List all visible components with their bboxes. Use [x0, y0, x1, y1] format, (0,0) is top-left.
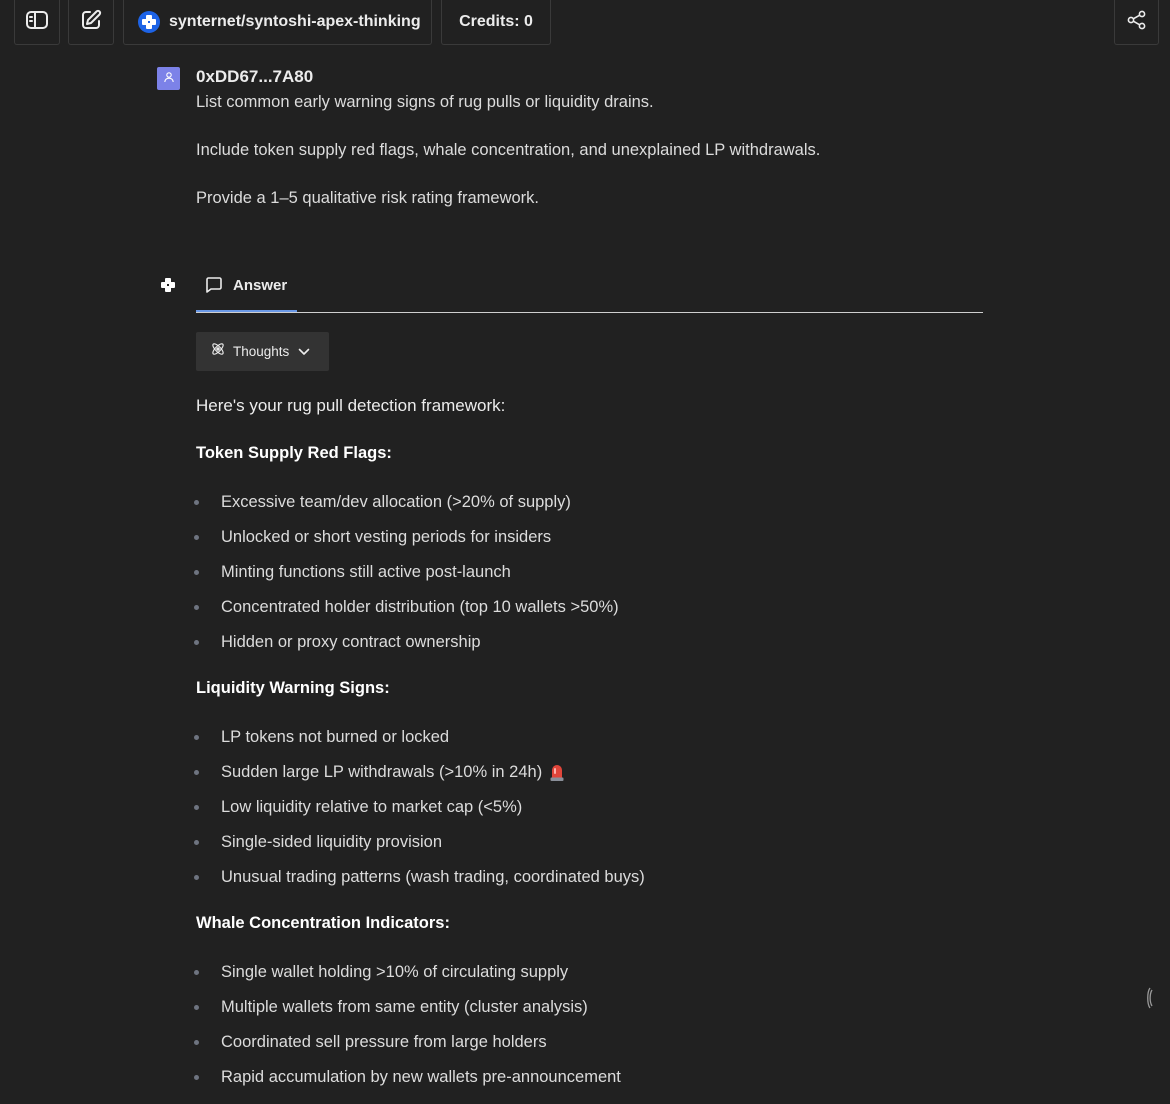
new-chat-button[interactable]	[68, 0, 114, 45]
thoughts-toggle-button[interactable]: Thoughts	[196, 332, 329, 371]
list-item-text: Hidden or proxy contract ownership	[221, 632, 481, 651]
list-item: Minting functions still active post-laun…	[194, 561, 511, 583]
list-item: Single wallet holding >10% of circulatin…	[194, 961, 568, 983]
bullet-dot	[194, 1074, 199, 1080]
section-heading: Liquidity Warning Signs:	[196, 679, 390, 697]
answer-intro: Here's your rug pull detection framework…	[196, 396, 506, 415]
user-message-line: Include token supply red flags, whale co…	[196, 141, 821, 159]
list-item: LP tokens not burned or locked	[194, 726, 449, 748]
user-message-line: Provide a 1–5 qualitative risk rating fr…	[196, 189, 539, 207]
list-item: Low liquidity relative to market cap (<5…	[194, 796, 522, 818]
siren-emoji-icon	[549, 762, 565, 782]
list-item-text: Single-sided liquidity provision	[221, 832, 443, 851]
credits-label: Credits: 0	[459, 13, 533, 30]
bullet-dot	[194, 839, 199, 845]
section-heading: Whale Concentration Indicators:	[196, 914, 450, 932]
tab-answer[interactable]: Answer	[196, 272, 297, 313]
tab-answer-label: Answer	[233, 277, 288, 294]
list-item: Concentrated holder distribution (top 10…	[194, 596, 619, 618]
user-icon	[163, 70, 175, 88]
list-item: Excessive team/dev allocation (>20% of s…	[194, 491, 571, 513]
share-button[interactable]	[1114, 0, 1159, 45]
list-item: Rapid accumulation by new wallets pre-an…	[194, 1066, 621, 1088]
model-name: synternet/syntoshi-apex-thinking	[169, 13, 421, 30]
bullet-dot	[194, 639, 199, 645]
list-item-text: Excessive team/dev allocation (>20% of s…	[221, 492, 571, 511]
thoughts-label: Thoughts	[233, 344, 290, 359]
scroll-handle[interactable]	[1145, 987, 1153, 1009]
bullet-dot	[194, 569, 199, 575]
list-item: Single-sided liquidity provision	[194, 831, 442, 853]
credits-display[interactable]: Credits: 0	[441, 0, 551, 45]
model-selector[interactable]: synternet/syntoshi-apex-thinking	[123, 0, 432, 45]
tab-divider	[196, 312, 983, 313]
bullet-dot	[194, 969, 199, 975]
list-item: Coordinated sell pressure from large hol…	[194, 1031, 547, 1053]
list-item-text: LP tokens not burned or locked	[221, 727, 450, 746]
list-item: Unlocked or short vesting periods for in…	[194, 526, 551, 548]
message-icon	[205, 276, 223, 299]
top-bar: synternet/syntoshi-apex-thinking Credits…	[0, 0, 1170, 46]
user-message-line: List common early warning signs of rug p…	[196, 93, 654, 111]
bullet-dot	[194, 534, 199, 540]
user-address: 0xDD67...7A80	[196, 67, 314, 86]
user-avatar	[157, 67, 180, 90]
section-heading: Token Supply Red Flags:	[196, 444, 392, 462]
list-item-text: Rapid accumulation by new wallets pre-an…	[221, 1067, 621, 1086]
list-item-text: Coordinated sell pressure from large hol…	[221, 1032, 547, 1051]
edit-icon	[80, 9, 102, 36]
bullet-dot	[194, 804, 199, 810]
bullet-dot	[194, 769, 199, 775]
list-item-text: Minting functions still active post-laun…	[221, 562, 511, 581]
list-item: Unusual trading patterns (wash trading, …	[194, 866, 645, 888]
chevron-down-icon	[298, 343, 310, 361]
list-item-text: Low liquidity relative to market cap (<5…	[221, 797, 523, 816]
bullet-dot	[194, 499, 199, 505]
sidebar-toggle-button[interactable]	[14, 0, 60, 45]
list-item-text: Single wallet holding >10% of circulatin…	[221, 962, 569, 981]
list-item: Sudden large LP withdrawals (>10% in 24h…	[194, 761, 565, 783]
bullet-dot	[194, 874, 199, 880]
list-item-text: Unlocked or short vesting periods for in…	[221, 527, 552, 546]
sidebar-toggle-icon	[25, 10, 49, 35]
model-logo-icon	[138, 11, 160, 33]
list-item-text: Sudden large LP withdrawals (>10% in 24h…	[221, 762, 543, 781]
bullet-dot	[194, 1004, 199, 1010]
list-item-text: Concentrated holder distribution (top 10…	[221, 597, 619, 616]
atom-icon	[210, 341, 226, 362]
list-item-text: Multiple wallets from same entity (clust…	[221, 997, 588, 1016]
bullet-dot	[194, 1039, 199, 1045]
bullet-dot	[194, 734, 199, 740]
list-item: Multiple wallets from same entity (clust…	[194, 996, 588, 1018]
list-item-text: Unusual trading patterns (wash trading, …	[221, 867, 645, 886]
share-icon	[1127, 10, 1147, 35]
list-item: Hidden or proxy contract ownership	[194, 631, 481, 653]
bullet-dot	[194, 604, 199, 610]
